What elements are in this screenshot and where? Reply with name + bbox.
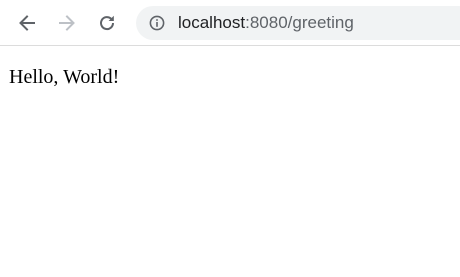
back-button[interactable] (13, 9, 41, 37)
arrow-left-icon (19, 15, 35, 31)
url-text[interactable]: localhost:8080/greeting (178, 6, 354, 40)
arrow-right-icon (59, 15, 75, 31)
info-circle-icon[interactable] (149, 15, 165, 31)
forward-button[interactable] (53, 9, 81, 37)
page-body-text: Hello, World! (9, 66, 120, 88)
reload-button[interactable] (93, 9, 121, 37)
browser-toolbar: localhost:8080/greeting (0, 0, 460, 46)
reload-icon (100, 15, 115, 31)
url-path: :8080/greeting (245, 13, 354, 32)
address-bar[interactable]: localhost:8080/greeting (136, 6, 460, 40)
url-host: localhost (178, 13, 246, 32)
